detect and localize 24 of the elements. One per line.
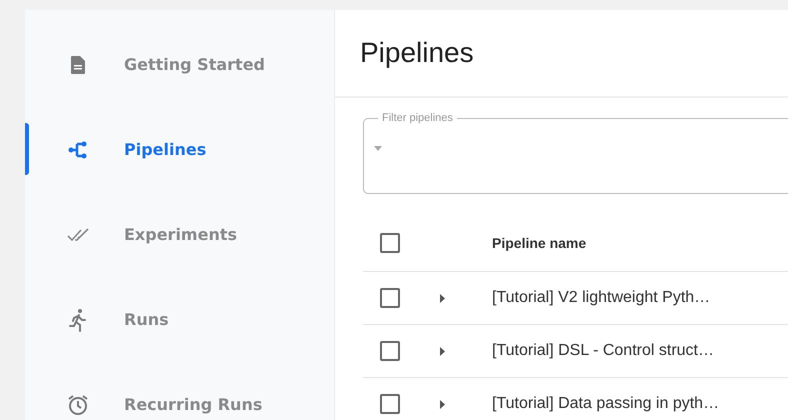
- running-figure-icon: [68, 308, 86, 332]
- double-check-icon: [66, 228, 88, 242]
- dropdown-arrow-icon: [374, 146, 382, 151]
- filter-field[interactable]: Filter pipelines: [363, 112, 788, 194]
- alarm-clock-icon: [66, 394, 88, 416]
- checkbox[interactable]: [380, 288, 400, 308]
- pipeline-name[interactable]: [Tutorial] V2 lightweight Pyth…: [492, 289, 710, 307]
- checkbox[interactable]: [380, 394, 400, 414]
- caret-right-icon[interactable]: [440, 400, 445, 408]
- column-header[interactable]: Pipeline name: [492, 234, 586, 250]
- pipeline-name[interactable]: [Tutorial] Data passing in pyth…: [492, 395, 720, 413]
- page-title: Pipelines: [360, 37, 474, 69]
- sidebar-item[interactable]: Recurring Runs: [25, 362, 334, 420]
- sidebar-item[interactable]: Runs: [25, 277, 334, 362]
- sidebar-item[interactable]: Getting Started: [25, 22, 334, 107]
- caret-right-icon[interactable]: [440, 346, 445, 356]
- sidebar-item[interactable]: Pipelines: [25, 107, 334, 192]
- caret-right-icon[interactable]: [440, 294, 445, 302]
- sidebar-item[interactable]: Experiments: [25, 192, 334, 277]
- pipeline-icon: [68, 140, 88, 158]
- document-icon: [70, 56, 84, 74]
- pipeline-name[interactable]: [Tutorial] DSL - Control struct…: [492, 342, 714, 360]
- checkbox[interactable]: [380, 232, 400, 252]
- checkbox[interactable]: [380, 341, 400, 361]
